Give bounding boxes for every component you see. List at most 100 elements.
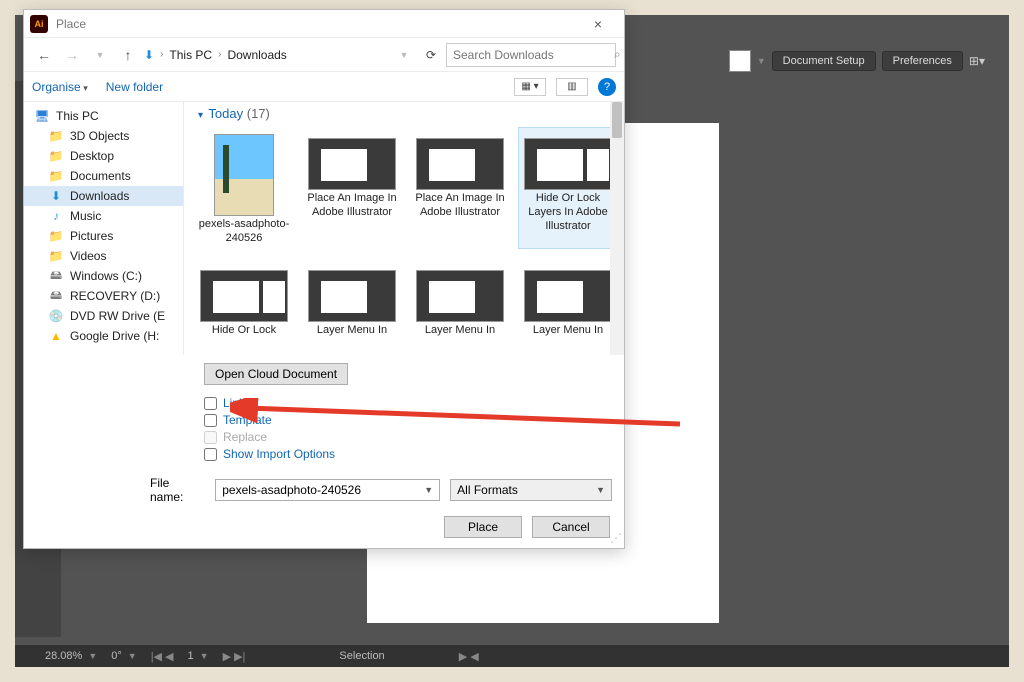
zoom-value[interactable]: 28.08% xyxy=(45,650,82,662)
chevron-down-icon: ▼ xyxy=(200,651,209,661)
path-dropdown[interactable]: ▼ xyxy=(392,43,416,67)
breadcrumb[interactable]: ⬇ › This PC › Downloads xyxy=(144,48,287,62)
replace-label: Replace xyxy=(223,430,267,444)
organise-menu[interactable]: Organise xyxy=(32,80,88,94)
new-folder-button[interactable]: New folder xyxy=(106,80,163,94)
sidebar-item-label: Documents xyxy=(70,169,131,183)
sidebar-item-label: RECOVERY (D:) xyxy=(70,289,160,303)
sidebar-item-documents[interactable]: 📁Documents xyxy=(24,166,183,186)
open-cloud-document-button[interactable]: Open Cloud Document xyxy=(204,363,348,385)
file-item[interactable]: pexels-asadphoto-240526 xyxy=(194,127,294,249)
file-label: Place An Image In Adobe Illustrator xyxy=(411,192,509,220)
page-value[interactable]: 1 xyxy=(188,650,194,662)
chevron-down-icon: ▼ xyxy=(757,56,766,66)
filetype-value: All Formats xyxy=(457,483,518,497)
search-box[interactable]: ⌕ xyxy=(446,43,616,67)
filetype-combo[interactable]: All Formats ▼ xyxy=(450,479,612,501)
sidebar-item-label: Downloads xyxy=(70,189,129,203)
filename-combo[interactable]: pexels-asadphoto-240526 ▼ xyxy=(215,479,440,501)
sidebar-item-desktop[interactable]: 📁Desktop xyxy=(24,146,183,166)
sidebar-item-3d-objects[interactable]: 📁3D Objects xyxy=(24,126,183,146)
chevron-right-icon: › xyxy=(160,49,163,60)
file-thumbnail xyxy=(416,138,504,190)
flyout-icon[interactable]: ⊞▾ xyxy=(969,54,985,68)
sidebar-item-pictures[interactable]: 📁Pictures xyxy=(24,226,183,246)
up-button[interactable]: ↑ xyxy=(116,43,140,67)
preview-pane-button[interactable]: ▥ xyxy=(556,78,588,96)
folder-icon: 📁 xyxy=(48,129,64,143)
sidebar-item-label: Music xyxy=(70,209,101,223)
drive-icon: 🖴 xyxy=(48,269,64,283)
refresh-button[interactable]: ⟳ xyxy=(420,48,442,62)
filename-label: File name: xyxy=(150,476,205,504)
command-bar: Organise New folder ▦ ▾ ▥ ? xyxy=(24,72,624,102)
sidebar-item-recovery-d-[interactable]: 🖴 RECOVERY (D:) xyxy=(24,286,183,306)
link-checkbox[interactable] xyxy=(204,397,217,410)
group-label: Today xyxy=(208,106,243,121)
file-area: ▾ Today (17) pexels-asadphoto-240526 Plac… xyxy=(184,102,624,355)
forward-button[interactable]: → xyxy=(60,43,84,67)
sidebar-item-music[interactable]: ♪ Music xyxy=(24,206,183,226)
sidebar-item-label: Windows (C:) xyxy=(70,269,142,283)
file-label: pexels-asadphoto-240526 xyxy=(195,218,293,246)
chevron-right-icon: › xyxy=(218,49,221,60)
file-thumbnail xyxy=(214,134,274,216)
sidebar-item-downloads[interactable]: ⬇Downloads xyxy=(24,186,183,206)
sidebar-item-dvd-rw-drive-e[interactable]: 💿DVD RW Drive (E xyxy=(24,306,183,326)
file-item[interactable]: Layer Menu In xyxy=(518,259,618,341)
sidebar-item-google-drive-h-[interactable]: ▲Google Drive (H: xyxy=(24,326,183,346)
preferences-button[interactable]: Preferences xyxy=(882,51,963,71)
link-label: Link xyxy=(223,396,245,410)
view-mode-button[interactable]: ▦ ▾ xyxy=(514,78,546,96)
file-item[interactable]: Layer Menu In xyxy=(302,259,402,341)
sidebar-item-videos[interactable]: 📁Videos xyxy=(24,246,183,266)
close-button[interactable]: × xyxy=(578,16,618,32)
place-options: Open Cloud Document Link Template Replac… xyxy=(24,355,624,468)
chevron-down-icon: ▾ xyxy=(198,110,203,121)
scrollbar[interactable] xyxy=(610,102,624,355)
template-checkbox[interactable] xyxy=(204,414,217,427)
drive-icon: 🖴 xyxy=(48,289,64,303)
file-item[interactable]: Layer Menu In xyxy=(410,259,510,341)
group-count: (17) xyxy=(247,106,270,121)
chevron-down-icon: ▼ xyxy=(128,651,137,661)
recent-dropdown[interactable]: ▼ xyxy=(88,43,112,67)
sidebar-item-this-pc[interactable]: 🖥This PC xyxy=(24,106,183,126)
chevron-down-icon: ▼ xyxy=(424,485,433,495)
status-bar: 28.08%▼ 0°▼ |◀ ◀ 1▼ ▶ ▶| Selection ▶ ◀ xyxy=(15,645,1009,667)
sidebar: 🖥This PC📁3D Objects📁Desktop📁Documents⬇Do… xyxy=(24,102,184,355)
breadcrumb-folder[interactable]: Downloads xyxy=(227,48,286,62)
file-label: Hide Or Lock Layers In Adobe Illustrator xyxy=(519,192,617,233)
dialog-title: Place xyxy=(56,17,570,31)
file-thumbnail xyxy=(308,138,396,190)
file-thumbnail xyxy=(524,270,612,322)
chevron-down-icon: ▼ xyxy=(596,485,605,495)
breadcrumb-root[interactable]: This PC xyxy=(169,48,212,62)
group-header[interactable]: ▾ Today (17) xyxy=(194,104,618,127)
file-item[interactable]: Place An Image In Adobe Illustrator xyxy=(410,127,510,249)
music-icon: ♪ xyxy=(48,209,64,223)
resize-grip[interactable]: ⋰ xyxy=(610,534,622,546)
search-input[interactable] xyxy=(453,48,608,62)
dialog-buttons: Place Cancel xyxy=(24,510,624,548)
filename-value: pexels-asadphoto-240526 xyxy=(222,483,361,497)
file-item[interactable]: Hide Or Lock xyxy=(194,259,294,341)
file-thumbnail xyxy=(416,270,504,322)
rotation-value[interactable]: 0° xyxy=(111,650,122,662)
cancel-button[interactable]: Cancel xyxy=(532,516,610,538)
document-setup-button[interactable]: Document Setup xyxy=(772,51,876,71)
file-item[interactable]: Place An Image In Adobe Illustrator xyxy=(302,127,402,249)
file-item[interactable]: Hide Or Lock Layers In Adobe Illustrator xyxy=(518,127,618,249)
nav-bar: ← → ▼ ↑ ⬇ › This PC › Downloads ▼ ⟳ ⌕ xyxy=(24,38,624,72)
sidebar-item-windows-c-[interactable]: 🖴 Windows (C:) xyxy=(24,266,183,286)
file-thumbnail xyxy=(308,270,396,322)
back-button[interactable]: ← xyxy=(32,43,56,67)
dvd-icon: 💿 xyxy=(48,309,64,323)
show-import-checkbox[interactable] xyxy=(204,448,217,461)
place-dialog: Ai Place × ← → ▼ ↑ ⬇ › This PC › Downloa… xyxy=(23,9,625,549)
help-icon[interactable]: ? xyxy=(598,78,616,96)
place-button[interactable]: Place xyxy=(444,516,522,538)
file-label: Layer Menu In xyxy=(425,324,495,338)
fill-swatch[interactable] xyxy=(729,50,751,72)
file-label: Place An Image In Adobe Illustrator xyxy=(303,192,401,220)
